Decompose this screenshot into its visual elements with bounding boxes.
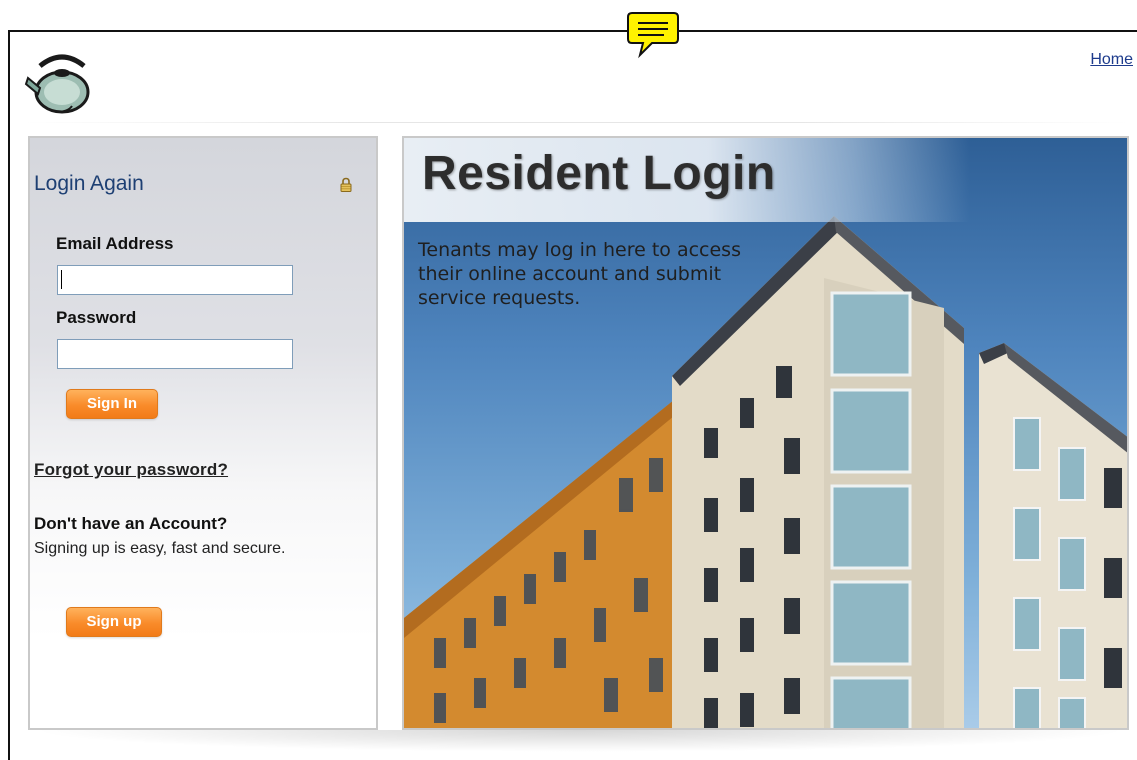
speech-bubble-icon[interactable] <box>626 9 680 59</box>
hero-banner: Resident Login Tenants may log in here t… <box>402 136 1129 730</box>
sign-in-button[interactable]: Sign In <box>66 389 158 419</box>
email-field[interactable] <box>57 265 293 295</box>
lock-icon <box>340 177 352 192</box>
login-title: Login Again <box>34 172 144 195</box>
no-account-heading: Don't have an Account? <box>34 514 228 533</box>
building-illustration <box>404 216 1127 728</box>
sign-up-button[interactable]: Sign up <box>66 607 162 637</box>
home-link[interactable]: Home <box>1090 51 1133 69</box>
kettle-icon <box>24 54 90 114</box>
password-label: Password <box>56 308 137 327</box>
header-divider <box>24 122 1129 123</box>
login-panel <box>28 136 378 730</box>
hero-description: Tenants may log in here to access their … <box>418 239 741 309</box>
password-field[interactable] <box>57 339 293 369</box>
hero-title: Resident Login <box>422 147 776 200</box>
panel-shadow <box>30 730 1130 752</box>
signup-description: Signing up is easy, fast and secure. <box>34 540 286 557</box>
text-cursor <box>61 270 62 289</box>
email-label: Email Address <box>56 234 174 253</box>
forgot-password-link[interactable]: Forgot your password? <box>34 460 228 480</box>
